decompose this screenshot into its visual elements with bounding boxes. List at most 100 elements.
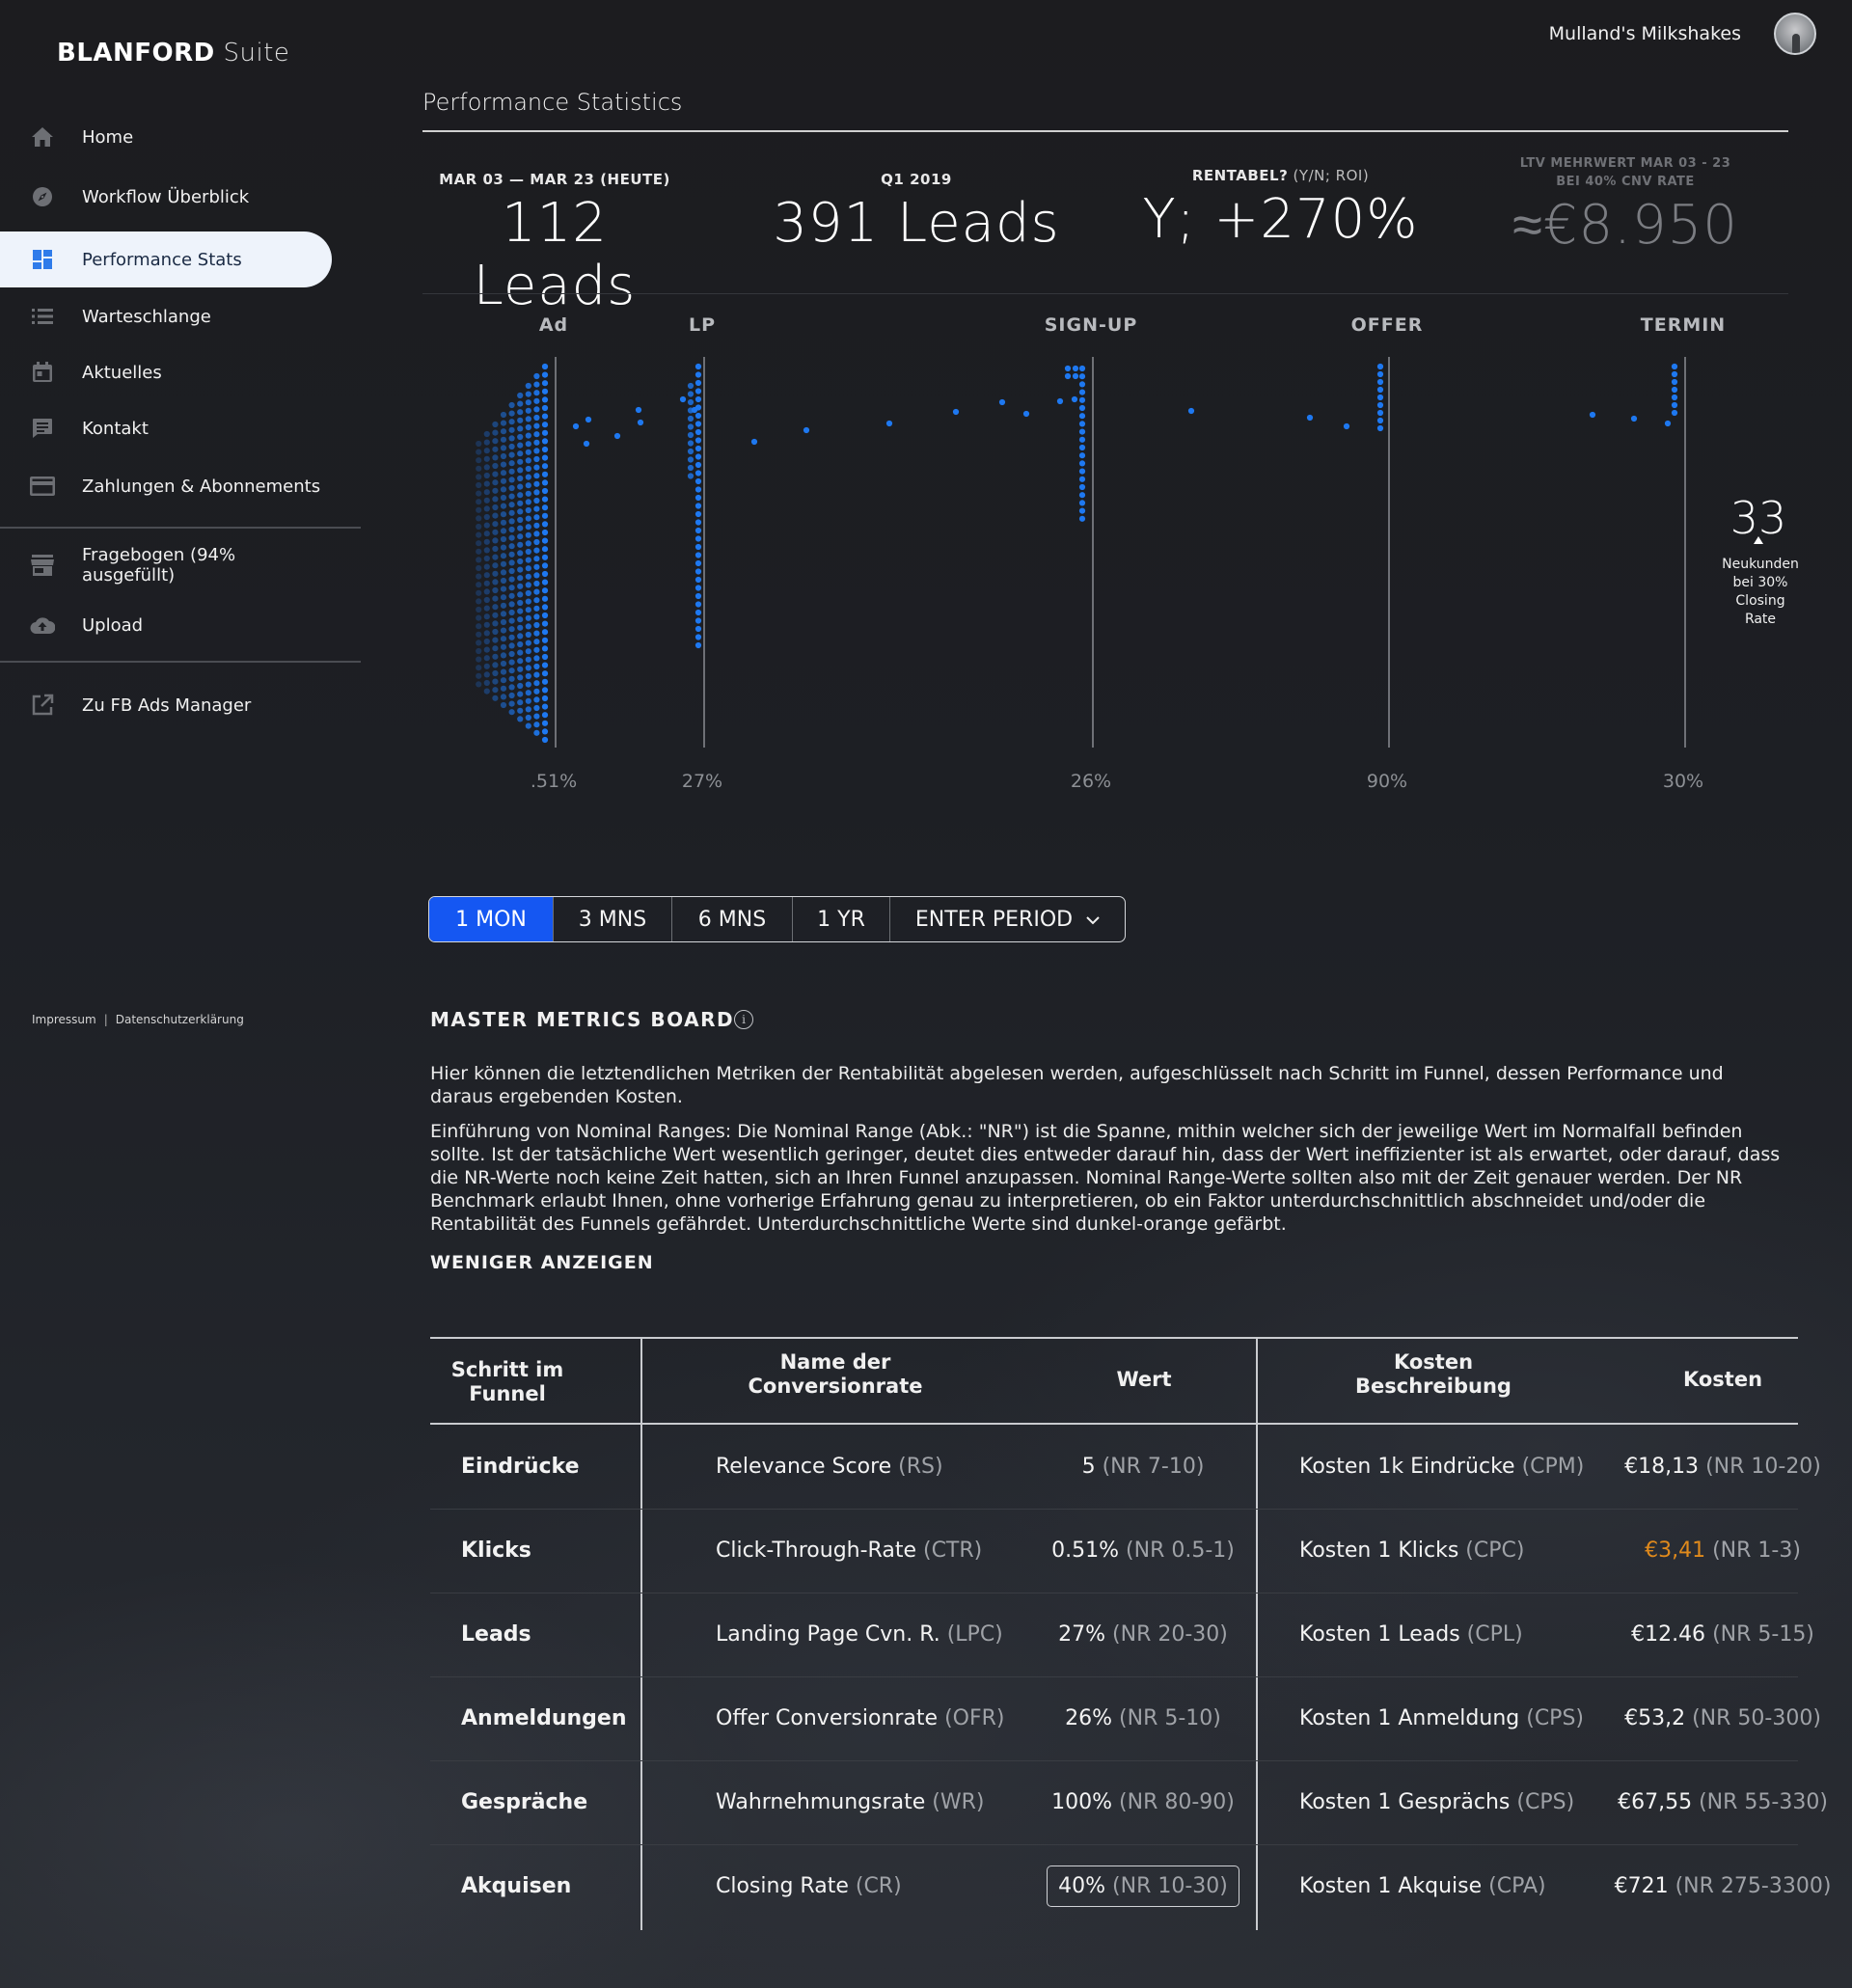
funnel-dot (500, 486, 507, 493)
sidebar-footer: Impressum | Datenschutzerklärung (32, 1013, 244, 1026)
footer-separator: | (103, 1013, 108, 1026)
funnel-dot (517, 640, 524, 648)
funnel-dot (476, 589, 482, 596)
funnel-dot (476, 440, 482, 448)
info-icon[interactable]: i (734, 1010, 753, 1029)
kpi-profitability: RENTABEL? (Y/N; ROI) Y; +270% (1124, 167, 1437, 251)
funnel-dot (500, 627, 507, 634)
funnel-dot (533, 563, 540, 570)
funnel-dot (541, 703, 549, 710)
funnel-dot (525, 407, 531, 414)
funnel-dot (500, 602, 507, 609)
sidebar-item-aktuelles[interactable]: Aktuelles (0, 344, 332, 400)
funnel-dot (541, 612, 549, 619)
funnel-dot (492, 562, 499, 569)
cost-amount: €18,13 (1624, 1455, 1700, 1479)
funnel-dot (533, 680, 540, 687)
brand-logo[interactable]: BLANFORD Suite (57, 39, 289, 68)
funnel-dot (687, 423, 694, 430)
funnel-dot (1078, 452, 1086, 459)
title-divider (422, 130, 1788, 132)
funnel-dot (525, 722, 531, 729)
funnel-dot (517, 458, 524, 465)
funnel-dot (508, 484, 515, 492)
sidebar-item-performance-stats[interactable]: Performance Stats (0, 231, 332, 287)
conversion-rate-label: 30% (1663, 771, 1703, 792)
funnel-dot (541, 422, 549, 428)
funnel-dot (508, 667, 515, 674)
sidebar-item-fragebogen[interactable]: Fragebogen (94% ausgefüllt) (0, 537, 332, 593)
table-row: Akquisen Closing Rate (CR) 40% (NR 10-30) Kos… (430, 1844, 1831, 1928)
funnel-dot (492, 487, 499, 494)
sidebar-item-label: Aktuelles (82, 362, 162, 383)
sidebar-item-workflow[interactable]: Workflow Überblick (0, 169, 332, 225)
funnel-dot (517, 566, 524, 573)
funnel-dot (541, 496, 549, 503)
funnel-dot (525, 690, 531, 696)
cell-step: Eindrücke (461, 1455, 580, 1479)
sidebar-item-label: Fragebogen (94% ausgefüllt) (82, 545, 236, 586)
funnel-dot (525, 490, 531, 497)
kpi-label: MAR 03 — MAR 23 (HEUTE) (439, 171, 670, 188)
account-name[interactable]: Mulland's Milkshakes (1549, 23, 1741, 44)
funnel-dot (517, 658, 524, 665)
cell-cost-description: Kosten 1 Gesprächs (CPS) (1299, 1790, 1575, 1814)
funnel-dot (694, 428, 702, 436)
funnel-dot (476, 672, 482, 679)
period-3-months[interactable]: 3 MNS (554, 897, 672, 941)
funnel-dot (541, 595, 549, 602)
funnel-dot (694, 445, 702, 452)
conversion-rate-label: 90% (1367, 771, 1407, 792)
funnel-dot (694, 609, 702, 616)
funnel-dot (583, 440, 590, 448)
funnel-dot (525, 582, 531, 588)
period-6-months[interactable]: 6 MNS (672, 897, 793, 941)
sidebar-item-fb-ads-manager[interactable]: Zu FB Ads Manager (0, 677, 332, 733)
cloud-upload-icon (29, 612, 56, 639)
funnel-dot (533, 556, 540, 562)
stage-label: TERMIN (1641, 314, 1726, 336)
funnel-dot (492, 579, 499, 586)
sidebar-item-home[interactable]: Home (0, 109, 332, 165)
funnel-dot (508, 567, 515, 575)
sidebar-item-warteschlange[interactable]: Warteschlange (0, 288, 332, 344)
funnel-dot (500, 701, 507, 709)
funnel-dot (541, 404, 549, 412)
kpi-label: Q1 2019 (881, 171, 952, 188)
funnel-dot (483, 538, 490, 545)
funnel-dot (541, 512, 549, 519)
show-less-link[interactable]: WENIGER ANZEIGEN (430, 1252, 654, 1273)
funnel-dot (694, 543, 702, 551)
period-custom-dropdown[interactable]: ENTER PERIOD (890, 897, 1125, 941)
note-line: Closing (1735, 593, 1785, 609)
funnel-dot (533, 473, 540, 479)
sidebar-item-upload[interactable]: Upload (0, 597, 332, 653)
period-1-year[interactable]: 1 YR (793, 897, 890, 941)
privacy-link[interactable]: Datenschutzerklärung (116, 1013, 244, 1026)
avatar[interactable] (1774, 13, 1816, 55)
sidebar-item-kontakt[interactable]: Kontakt (0, 400, 332, 456)
header-value: Wert (1116, 1368, 1172, 1391)
period-1-month[interactable]: 1 MON (429, 897, 554, 941)
funnel-dot (541, 662, 549, 668)
funnel-dot (517, 691, 524, 697)
funnel-dot (483, 464, 490, 471)
funnel-dot (541, 629, 549, 636)
funnel-dot (517, 666, 524, 672)
funnel-dot (483, 679, 490, 687)
funnel-dot (1376, 363, 1384, 370)
funnel-dot (476, 582, 482, 588)
value-number: 0.51% (1051, 1539, 1120, 1563)
funnel-dot (483, 522, 490, 529)
impressum-link[interactable]: Impressum (32, 1013, 96, 1026)
funnel-dot (483, 572, 490, 579)
funnel-dot (687, 391, 694, 397)
funnel-dot (533, 455, 540, 463)
funnel-dot (525, 548, 531, 556)
funnel-dot (694, 453, 702, 460)
list-icon (29, 303, 56, 330)
value-highlight-box[interactable]: 40% (NR 10-30) (1047, 1865, 1239, 1907)
sidebar-item-zahlungen[interactable]: Zahlungen & Abonnements (0, 458, 332, 514)
funnel-dot (541, 570, 549, 578)
cell-value: 0.51% (NR 0.5-1) (990, 1509, 1296, 1593)
